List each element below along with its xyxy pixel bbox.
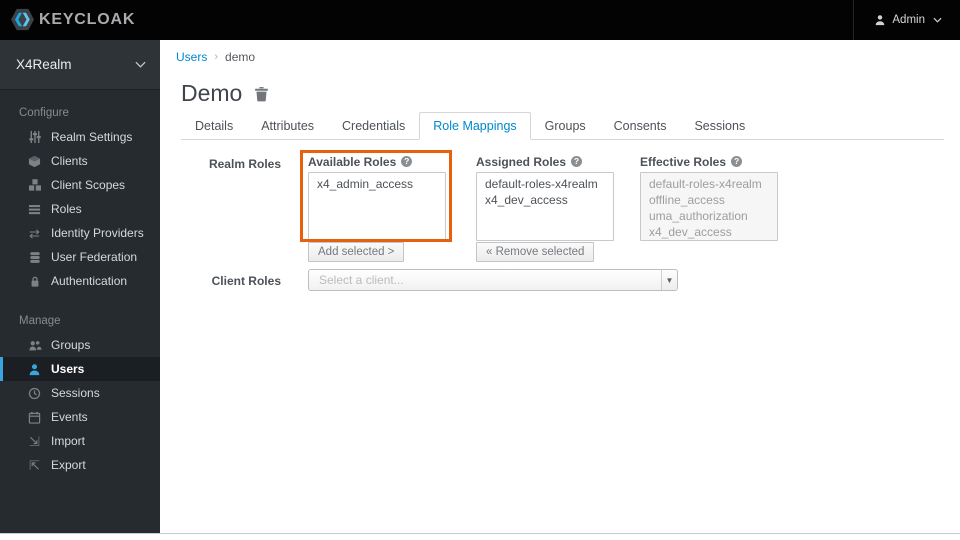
breadcrumb-users-link[interactable]: Users [176, 50, 207, 64]
sidebar-item-label: Events [51, 410, 88, 424]
keycloak-brand[interactable]: KEYCLOAK [10, 7, 135, 32]
brand-text: KEYCLOAK [39, 10, 136, 28]
section-label: Configure [19, 107, 69, 119]
cubes-icon [27, 178, 42, 192]
user-icon [27, 363, 42, 376]
page-title: Demo [181, 80, 243, 106]
help-icon[interactable]: ? [401, 156, 413, 167]
import-icon: ⇲ [29, 433, 40, 449]
sidebar: X4Realm Configure Realm Settings Clients [0, 40, 160, 533]
sidebar-item-label: User Federation [51, 250, 138, 264]
calendar-icon [27, 411, 42, 424]
chevron-down-icon [135, 61, 146, 68]
breadcrumb: Users › demo [176, 50, 255, 64]
sidebar-item-clients[interactable]: Clients [0, 149, 160, 173]
assigned-roles-column: Assigned Roles ? default-roles-x4realm x… [476, 154, 614, 262]
sidebar-item-realm-settings[interactable]: Realm Settings [0, 125, 160, 149]
role-option: offline_access [649, 193, 725, 207]
chevron-down-icon [933, 17, 942, 23]
sidebar-item-label: Client Scopes [51, 178, 126, 192]
main-content: Users › demo Demo Details Attributes Cre… [160, 40, 960, 533]
list-icon [27, 203, 42, 216]
tab-details[interactable]: Details [181, 112, 247, 140]
tab-groups[interactable]: Groups [531, 112, 600, 140]
sidebar-item-roles[interactable]: Roles [0, 197, 160, 221]
add-selected-button[interactable]: Add selected > [308, 242, 405, 262]
available-roles-column: Available Roles ? x4_admin_access Add se… [308, 154, 446, 262]
assigned-roles-listbox[interactable]: default-roles-x4realm x4_dev_access [476, 172, 614, 241]
sidebar-item-client-scopes[interactable]: Client Scopes [0, 173, 160, 197]
effective-roles-listbox: default-roles-x4realm offline_access uma… [640, 172, 778, 241]
tab-sessions[interactable]: Sessions [680, 112, 759, 140]
top-navbar: KEYCLOAK Admin [0, 0, 960, 40]
client-select-placeholder: Select a client... [319, 273, 404, 287]
export-icon: ⇱ [29, 457, 40, 473]
realm-roles-label: Realm Roles [208, 157, 281, 171]
sidebar-item-users[interactable]: Users [0, 357, 160, 381]
sidebar-item-label: Identity Providers [51, 226, 144, 240]
tab-role-mappings[interactable]: Role Mappings [419, 112, 531, 140]
role-option[interactable]: default-roles-x4realm [477, 176, 613, 192]
client-select-dropdown[interactable]: Select a client... ▼ [308, 269, 678, 291]
role-option[interactable]: x4_dev_access [477, 192, 613, 208]
role-option: default-roles-x4realm [649, 177, 762, 191]
lock-icon [27, 275, 42, 288]
keycloak-logo-icon [10, 7, 35, 32]
tab-attributes[interactable]: Attributes [247, 112, 328, 140]
sidebar-item-import[interactable]: ⇲ Import [0, 429, 160, 453]
sidebar-item-events[interactable]: Events [0, 405, 160, 429]
effective-roles-column: Effective Roles ? default-roles-x4realm … [640, 154, 778, 241]
tab-credentials[interactable]: Credentials [328, 112, 419, 140]
sidebar-item-label: Users [51, 362, 85, 376]
keycloak-admin-console: KEYCLOAK Admin X4Realm Configure Realm S… [0, 0, 960, 540]
user-menu[interactable]: Admin [853, 0, 960, 40]
groups-icon [27, 339, 42, 352]
trash-icon[interactable] [254, 86, 269, 102]
realm-name: X4Realm [16, 57, 72, 72]
sidebar-item-label: Import [51, 434, 86, 448]
help-icon[interactable]: ? [731, 156, 743, 167]
assigned-roles-label: Assigned Roles [476, 154, 567, 169]
exchange-icon: ⇄ [29, 225, 40, 241]
client-roles-label: Client Roles [211, 274, 281, 288]
window-bottom-edge [0, 533, 960, 534]
section-label: Manage [19, 315, 61, 327]
user-menu-label: Admin [892, 14, 925, 26]
sidebar-item-sessions[interactable]: Sessions [0, 381, 160, 405]
sidebar-item-label: Roles [51, 202, 82, 216]
sliders-icon [27, 130, 42, 144]
breadcrumb-separator: › [214, 51, 219, 63]
sidebar-item-groups[interactable]: Groups [0, 333, 160, 357]
chevron-down-icon[interactable]: ▼ [661, 270, 677, 290]
sidebar-item-label: Groups [51, 338, 91, 352]
sidebar-item-identity-providers[interactable]: ⇄ Identity Providers [0, 221, 160, 245]
effective-roles-label: Effective Roles [640, 154, 727, 169]
cube-icon [27, 155, 42, 168]
sidebar-item-authentication[interactable]: Authentication [0, 269, 160, 293]
realm-selector[interactable]: X4Realm [0, 40, 160, 90]
remove-selected-button[interactable]: « Remove selected [476, 242, 595, 262]
breadcrumb-current: demo [225, 50, 256, 64]
role-option[interactable]: x4_admin_access [309, 176, 445, 192]
available-roles-listbox[interactable]: x4_admin_access [308, 172, 446, 241]
sidebar-item-label: Sessions [51, 386, 100, 400]
clock-icon [27, 387, 42, 400]
sidebar-item-export[interactable]: ⇱ Export [0, 453, 160, 477]
sidebar-item-label: Realm Settings [51, 130, 133, 144]
database-icon [27, 251, 42, 264]
role-option: uma_authorization [649, 209, 748, 223]
tab-consents[interactable]: Consents [600, 112, 681, 140]
sidebar-item-label: Export [51, 458, 86, 472]
sidebar-section-configure: Configure Realm Settings Clients Client … [0, 103, 160, 293]
sidebar-item-label: Authentication [51, 274, 128, 288]
sidebar-item-label: Clients [51, 154, 88, 168]
role-option: x4_dev_access [649, 225, 732, 239]
help-icon[interactable]: ? [571, 156, 583, 167]
user-avatar-icon [874, 14, 886, 26]
sidebar-item-user-federation[interactable]: User Federation [0, 245, 160, 269]
tab-bar: Details Attributes Credentials Role Mapp… [181, 112, 944, 140]
available-roles-label: Available Roles [308, 154, 397, 169]
sidebar-section-manage: Manage Groups Users Sessions Events ⇲ Im… [0, 311, 160, 477]
